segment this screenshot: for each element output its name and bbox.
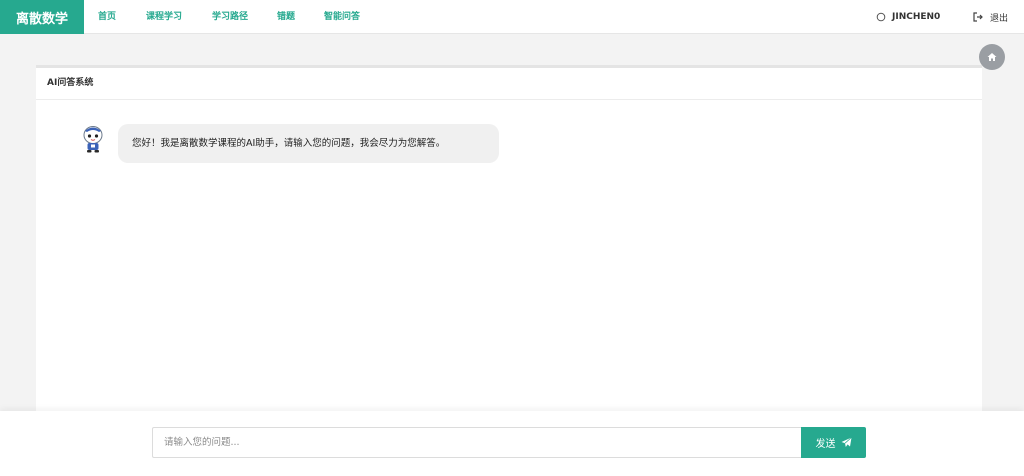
- panel-title: AI问答系统: [36, 68, 982, 100]
- assistant-message-bubble: 您好！我是离散数学课程的AI助手，请输入您的问题，我会尽力为您解答。: [118, 124, 499, 163]
- brand-logo[interactable]: 离散数学: [0, 0, 84, 34]
- logout-icon: [973, 12, 983, 22]
- home-button[interactable]: [979, 44, 1005, 70]
- nav-item-mistakes[interactable]: 错题: [277, 0, 295, 34]
- nav-item-ai-qa[interactable]: 智能问答: [324, 0, 360, 34]
- nav-item-home[interactable]: 首页: [98, 0, 116, 34]
- user-name: JINCHEN0: [892, 12, 941, 22]
- question-input[interactable]: [152, 427, 802, 458]
- robot-avatar: [83, 126, 103, 153]
- send-button-label: 发送: [815, 439, 836, 450]
- chat-panel: AI问答系统 您好！我是离散数学课程的AI助手，请输入您的问题，我会尽力为您解答…: [36, 65, 982, 417]
- logout-label: 退出: [990, 13, 1009, 24]
- paper-plane-icon: [841, 437, 852, 447]
- send-button[interactable]: 发送: [801, 427, 866, 458]
- logout-link[interactable]: 退出: [973, 0, 1008, 34]
- nav-item-courses[interactable]: 课程学习: [146, 0, 182, 34]
- home-icon: [987, 53, 997, 61]
- nav-item-learning-path[interactable]: 学习路径: [212, 0, 248, 34]
- chat-composer: 发送: [0, 411, 1024, 476]
- user-menu[interactable]: JINCHEN0: [876, 0, 940, 34]
- user-icon: [876, 12, 886, 22]
- top-navbar: 离散数学 首页 课程学习 学习路径 错题 智能问答 JINCHEN0 退出: [0, 0, 1024, 34]
